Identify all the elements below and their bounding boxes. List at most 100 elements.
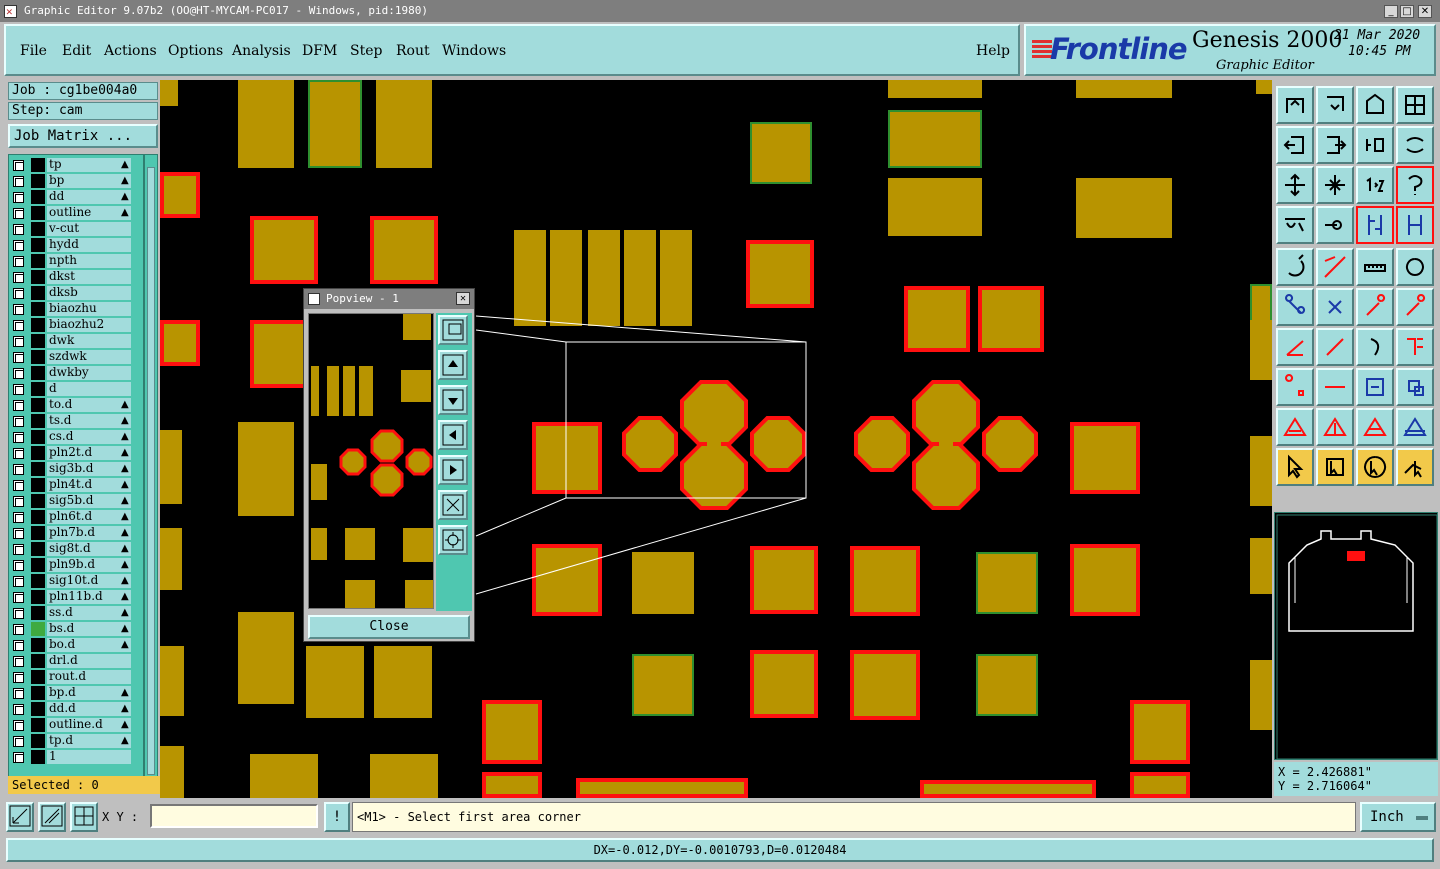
layer-name[interactable]: ts.d — [47, 414, 131, 428]
layer-row[interactable]: drl.d — [9, 653, 143, 669]
layer-name[interactable]: dd — [47, 190, 131, 204]
scale-1-2-icon[interactable] — [1356, 166, 1394, 204]
layer-color-swatch[interactable] — [31, 526, 45, 540]
layer-name[interactable]: sig3b.d — [47, 462, 131, 476]
layer-row[interactable]: bo.d ▲ — [9, 637, 143, 653]
layer-row[interactable]: bp.d ▲ — [9, 685, 143, 701]
pointer-icon[interactable] — [1276, 448, 1314, 486]
layer-row[interactable]: pln6t.d ▲ — [9, 509, 143, 525]
layer-color-swatch[interactable] — [31, 734, 45, 748]
layer-checkbox[interactable] — [13, 688, 24, 699]
layer-name[interactable]: pln11b.d — [47, 590, 131, 604]
menu-analysis[interactable]: Analysis — [232, 43, 291, 59]
layer-checkbox[interactable] — [13, 400, 24, 411]
layer-checkbox[interactable] — [13, 224, 24, 235]
layer-checkbox[interactable] — [13, 432, 24, 443]
layer-row[interactable]: npth — [9, 253, 143, 269]
octagon-pad[interactable] — [622, 416, 678, 472]
layer-name[interactable]: sig10t.d — [47, 574, 131, 588]
board-overview[interactable] — [1274, 512, 1438, 760]
layer-checkbox[interactable] — [13, 320, 24, 331]
layer-name[interactable]: bp.d — [47, 686, 131, 700]
layer-color-swatch[interactable] — [31, 590, 45, 604]
layer-name[interactable]: bs.d — [47, 622, 131, 636]
layer-color-swatch[interactable] — [31, 158, 45, 172]
layer-row[interactable]: tp.d ▲ — [9, 733, 143, 749]
regenerate-icon[interactable] — [1396, 126, 1434, 164]
layer-checkbox[interactable] — [13, 352, 24, 363]
layer-row[interactable]: v-cut — [9, 221, 143, 237]
layer-color-swatch[interactable] — [31, 430, 45, 444]
layer-row[interactable]: bs.d ▲ — [9, 621, 143, 637]
cut-icon[interactable] — [1316, 368, 1354, 406]
copy-icon[interactable] — [1396, 368, 1434, 406]
layer-row[interactable]: biaozhu2 — [9, 317, 143, 333]
snap-icon[interactable] — [6, 802, 34, 832]
home-icon[interactable] — [1316, 86, 1354, 124]
home-zoom-icon[interactable] — [1356, 86, 1394, 124]
layer-name[interactable]: pln9b.d — [47, 558, 131, 572]
layer-checkbox[interactable] — [13, 608, 24, 619]
layer-row[interactable]: sig8t.d ▲ — [9, 541, 143, 557]
grid-icon[interactable] — [70, 802, 98, 832]
layer-name[interactable]: outline.d — [47, 718, 131, 732]
layer-name[interactable]: cs.d — [47, 430, 131, 444]
layer-name[interactable]: pln4t.d — [47, 478, 131, 492]
layer-color-swatch[interactable] — [31, 334, 45, 348]
layer-checkbox[interactable] — [13, 416, 24, 427]
layer-row[interactable]: pln9b.d ▲ — [9, 557, 143, 573]
pad-icon[interactable] — [1276, 248, 1314, 286]
popview-fit-icon[interactable] — [438, 525, 468, 555]
layer-color-swatch[interactable] — [31, 206, 45, 220]
layer-checkbox[interactable] — [13, 448, 24, 459]
layer-row[interactable]: dksb — [9, 285, 143, 301]
layer-row[interactable]: outline ▲ — [9, 205, 143, 221]
cross-icon[interactable] — [1316, 288, 1354, 326]
layer-color-swatch[interactable] — [31, 702, 45, 716]
layer-color-swatch[interactable] — [31, 398, 45, 412]
octagon-pad[interactable] — [982, 416, 1038, 472]
layer-color-swatch[interactable] — [31, 414, 45, 428]
layer-checkbox[interactable] — [13, 480, 24, 491]
layer-color-swatch[interactable] — [31, 462, 45, 476]
layer-name[interactable]: sig5b.d — [47, 494, 131, 508]
popview-pan-left-icon[interactable] — [438, 420, 468, 450]
menu-options[interactable]: Options — [168, 43, 223, 59]
angle-icon[interactable] — [1276, 328, 1314, 366]
layer-row[interactable]: hydd — [9, 237, 143, 253]
layer-name[interactable]: outline — [47, 206, 131, 220]
connect-icon[interactable] — [1276, 288, 1314, 326]
layer-row[interactable]: dd.d ▲ — [9, 701, 143, 717]
layer-checkbox[interactable] — [13, 336, 24, 347]
layer-checkbox[interactable] — [13, 464, 24, 475]
popview-pan-up-icon[interactable] — [438, 350, 468, 380]
layer-name[interactable]: dd.d — [47, 702, 131, 716]
popview-pan-right-icon[interactable] — [438, 455, 468, 485]
layer-checkbox[interactable] — [13, 528, 24, 539]
layer-checkbox[interactable] — [13, 176, 24, 187]
layer-name[interactable]: dwk — [47, 334, 131, 348]
layer-color-swatch[interactable] — [31, 718, 45, 732]
menu-windows[interactable]: Windows — [442, 43, 506, 59]
measure-icon[interactable] — [38, 802, 66, 832]
node-select-icon[interactable] — [1396, 448, 1434, 486]
layer-checkbox[interactable] — [13, 192, 24, 203]
layer-row[interactable]: pln7b.d ▲ — [9, 525, 143, 541]
layer-row[interactable]: dwkby — [9, 365, 143, 381]
layer-row[interactable]: rout.d — [9, 669, 143, 685]
layer-row[interactable]: pln4t.d ▲ — [9, 477, 143, 493]
triangle-a-icon[interactable] — [1356, 408, 1394, 446]
layer-checkbox[interactable] — [13, 656, 24, 667]
layer-color-swatch[interactable] — [31, 302, 45, 316]
layer-row[interactable]: sig3b.d ▲ — [9, 461, 143, 477]
popview-close-button[interactable]: Close — [308, 615, 470, 639]
center-move-icon[interactable] — [1356, 368, 1394, 406]
layer-name[interactable]: sig8t.d — [47, 542, 131, 556]
layer-color-swatch[interactable] — [31, 558, 45, 572]
layer-row[interactable]: tp ▲ — [9, 157, 143, 173]
layer-row[interactable]: dwk — [9, 333, 143, 349]
layer-name[interactable]: d — [47, 382, 131, 396]
layer-name[interactable]: tp.d — [47, 734, 131, 748]
layer-name[interactable]: biaozhu — [47, 302, 131, 316]
layer-row[interactable]: ts.d ▲ — [9, 413, 143, 429]
